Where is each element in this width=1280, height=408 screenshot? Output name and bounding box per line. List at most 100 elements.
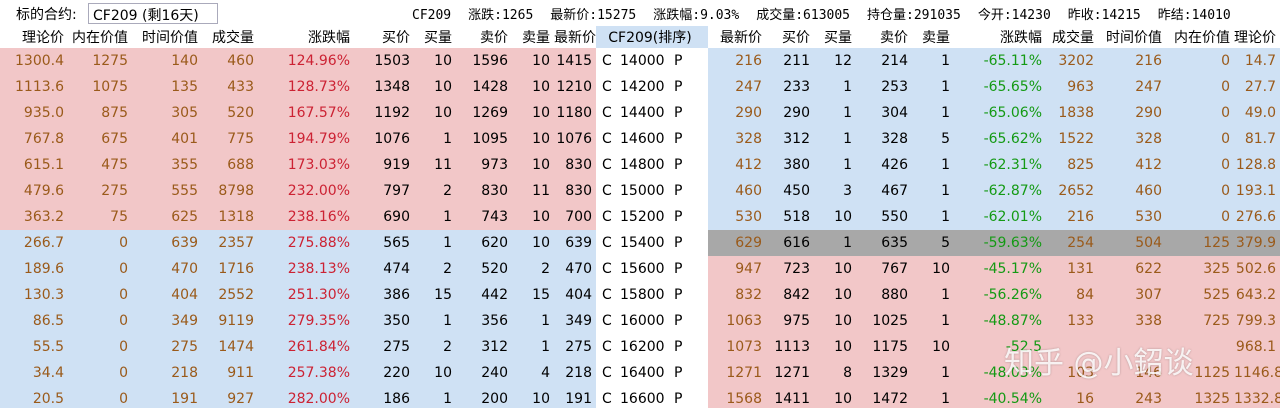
column-header[interactable]: 成交量 <box>202 26 258 48</box>
put-cell: -56.26% <box>954 282 1046 308</box>
put-marker: P <box>674 313 683 329</box>
put-cell: 8 <box>814 360 856 386</box>
call-cell: 1269 <box>456 100 512 126</box>
strike-price: 15200 <box>620 209 665 225</box>
table-row[interactable]: 479.6 275 555 8798 232.00% 797 2 830 11 830 C 15000… <box>0 178 1280 204</box>
put-cell: -65.11% <box>954 48 1046 74</box>
table-row[interactable]: 34.4 0 218 911 257.38% 220 10 240 4 218 C 16400 P 127… <box>0 360 1280 386</box>
put-cell: 1325 <box>1166 386 1234 408</box>
put-cell: 450 <box>766 178 814 204</box>
column-header[interactable]: 买量 <box>414 26 456 48</box>
table-row[interactable]: 20.5 0 191 927 282.00% 186 1 200 10 191 C 16600 P 156… <box>0 386 1280 408</box>
put-cell: 0 <box>1166 100 1234 126</box>
call-cell: 34.4 <box>0 360 68 386</box>
column-header[interactable]: 理论价 <box>1234 26 1280 48</box>
put-marker: P <box>674 365 683 381</box>
table-row[interactable]: 86.5 0 349 9119 279.35% 350 1 356 1 349 C 16000 P 106… <box>0 308 1280 334</box>
column-header[interactable]: 最新价 <box>708 26 766 48</box>
contract-label: 标的合约: <box>16 7 77 23</box>
put-cell: 1411 <box>766 386 814 408</box>
put-cell: 1332.8 <box>1234 386 1280 408</box>
column-header[interactable]: 买量 <box>814 26 856 48</box>
put-cell: 1 <box>912 308 954 334</box>
strike-cell: C 15000 P <box>596 178 708 204</box>
column-header[interactable]: 理论价 <box>0 26 68 48</box>
column-header[interactable]: 时间价值 <box>132 26 202 48</box>
put-marker: P <box>674 105 683 121</box>
put-cell: 1271 <box>708 360 766 386</box>
table-row[interactable]: 1113.6 1075 135 433 128.73% 1348 10 1428 10 1210 C… <box>0 74 1280 100</box>
call-cell: 191 <box>554 386 596 408</box>
column-header[interactable]: 内在价值 <box>68 26 132 48</box>
put-cell: 1 <box>814 230 856 256</box>
call-cell: 266.7 <box>0 230 68 256</box>
put-cell: 216 <box>708 48 766 74</box>
column-header[interactable]: 成交量 <box>1046 26 1098 48</box>
table-row[interactable]: 615.1 475 355 688 173.03% 919 11 973 10 830 C 14800… <box>0 152 1280 178</box>
strike-price: 14600 <box>620 131 665 147</box>
put-cell: -52.5 <box>954 334 1046 360</box>
contract-input[interactable]: CF209 (剩16天) <box>88 3 218 24</box>
quote-stat: 最新价:15275 <box>550 8 637 23</box>
column-header[interactable]: 买价 <box>354 26 414 48</box>
table-row[interactable]: 189.6 0 470 1716 238.13% 474 2 520 2 470 C 15600 P 94… <box>0 256 1280 282</box>
strike-price: 15400 <box>620 235 665 251</box>
table-row[interactable]: 767.8 675 401 775 194.79% 1076 1 1095 10 1076 C 146… <box>0 126 1280 152</box>
column-header[interactable]: 卖价 <box>456 26 512 48</box>
call-marker: C <box>602 209 612 225</box>
strike-price: 14800 <box>620 157 665 173</box>
strike-cell: C 14200 P <box>596 74 708 100</box>
call-cell: 675 <box>68 126 132 152</box>
call-cell: 218 <box>554 360 596 386</box>
call-cell: 767.8 <box>0 126 68 152</box>
put-cell: 0 <box>1166 126 1234 152</box>
call-cell: 349 <box>554 308 596 334</box>
put-marker: P <box>674 339 683 355</box>
column-header[interactable]: 时间价值 <box>1098 26 1166 48</box>
call-cell: 124.96% <box>258 48 354 74</box>
call-cell: 10 <box>414 100 456 126</box>
column-header[interactable]: 卖量 <box>512 26 554 48</box>
strike-price: 16400 <box>620 365 665 381</box>
put-cell: 247 <box>708 74 766 100</box>
column-header[interactable]: 买价 <box>766 26 814 48</box>
call-marker: C <box>602 131 612 147</box>
call-cell: 135 <box>132 74 202 100</box>
strike-price: 14400 <box>620 105 665 121</box>
put-cell: 133 <box>1046 308 1098 334</box>
put-cell: -62.01% <box>954 204 1046 230</box>
table-row[interactable]: 130.3 0 404 2552 251.30% 386 15 442 15 404 C 15800 P… <box>0 282 1280 308</box>
column-header[interactable]: 卖量 <box>912 26 954 48</box>
sort-header[interactable]: CF209(排序) <box>596 26 708 48</box>
column-header[interactable]: 卖价 <box>856 26 912 48</box>
call-cell: 1596 <box>456 48 512 74</box>
call-marker: C <box>602 105 612 121</box>
column-header[interactable]: 涨跌幅 <box>954 26 1046 48</box>
put-cell: 125 <box>1166 230 1234 256</box>
column-header[interactable]: 最新价 <box>554 26 596 48</box>
put-marker: P <box>674 209 683 225</box>
put-cell: 0 <box>1166 48 1234 74</box>
put-cell: 5 <box>912 230 954 256</box>
put-cell: 216 <box>1098 48 1166 74</box>
table-row[interactable]: 1300.4 1275 140 460 124.96% 1503 10 1596 10 1415 C… <box>0 48 1280 74</box>
call-cell: 275 <box>68 178 132 204</box>
table-row[interactable]: 935.0 875 305 520 167.57% 1192 10 1269 10 1180 C 14… <box>0 100 1280 126</box>
table-row[interactable]: 266.7 0 639 2357 275.88% 565 1 620 10 639 C 15400 P 6… <box>0 230 1280 256</box>
put-cell: 0 <box>1166 204 1234 230</box>
call-cell: 639 <box>554 230 596 256</box>
call-marker: C <box>602 157 612 173</box>
put-cell: 312 <box>766 126 814 152</box>
put-cell: 947 <box>708 256 766 282</box>
table-header: 理论价 内在价值 时间价值 成交量 涨跌幅 买价 买量 卖价 卖量 最新价 CF209(排序) 最新价… <box>0 26 1280 48</box>
put-cell: 412 <box>1098 152 1166 178</box>
put-cell: 1025 <box>856 308 912 334</box>
put-cell: 1 <box>814 126 856 152</box>
column-header[interactable]: 内在价值 <box>1166 26 1234 48</box>
call-cell: 0 <box>68 282 132 308</box>
put-cell: 975 <box>766 308 814 334</box>
table-row[interactable]: 55.5 0 275 1474 261.84% 275 2 312 1 275 C 16200 P 107… <box>0 334 1280 360</box>
column-header[interactable]: 涨跌幅 <box>258 26 354 48</box>
put-marker: P <box>674 53 683 69</box>
table-row[interactable]: 363.2 75 625 1318 238.16% 690 1 743 10 700 C 15200 P… <box>0 204 1280 230</box>
